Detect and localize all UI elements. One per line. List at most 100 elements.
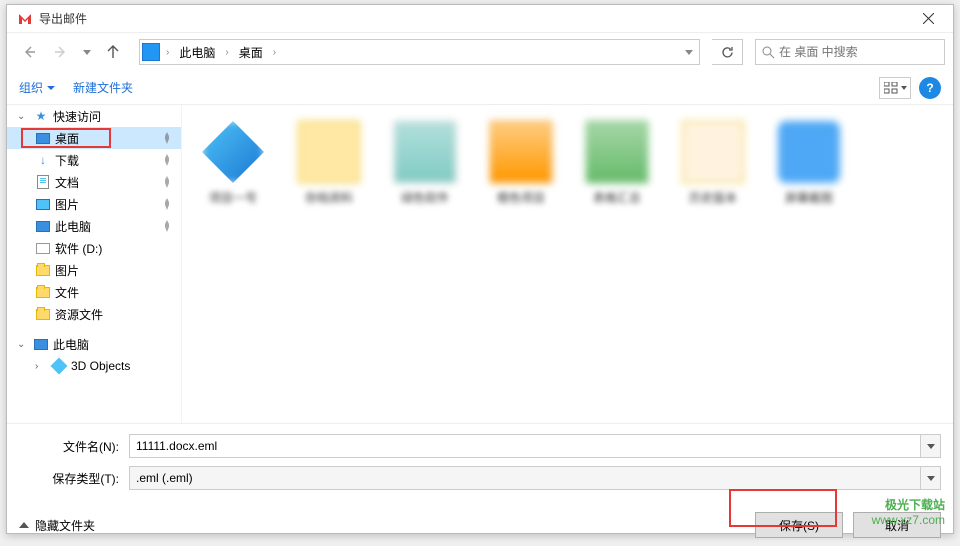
chevron-down-icon bbox=[83, 50, 91, 55]
file-item[interactable]: 表格汇总 bbox=[578, 117, 656, 223]
file-item[interactable]: 项目一号 bbox=[194, 117, 272, 223]
file-item[interactable]: 橙色项目 bbox=[482, 117, 560, 223]
close-icon bbox=[923, 13, 934, 24]
sidebar-item-pictures[interactable]: 图片 bbox=[7, 193, 181, 215]
path-segment-desktop[interactable]: 桌面 bbox=[231, 40, 271, 64]
folder-icon bbox=[394, 121, 456, 183]
file-item[interactable]: 绿色软件 bbox=[386, 117, 464, 223]
sidebar-item-label: 软件 (D:) bbox=[55, 240, 102, 257]
address-bar[interactable]: › 此电脑 › 桌面 › bbox=[139, 39, 700, 65]
refresh-icon bbox=[721, 46, 734, 59]
pc-icon bbox=[33, 336, 49, 352]
folder-icon bbox=[35, 306, 51, 322]
folder-icon bbox=[586, 121, 648, 183]
pin-icon bbox=[161, 220, 173, 232]
nav-bar: › 此电脑 › 桌面 › bbox=[7, 33, 953, 71]
arrow-up-icon bbox=[106, 45, 120, 59]
back-button[interactable] bbox=[15, 38, 43, 66]
chevron-down-icon bbox=[901, 86, 907, 90]
sidebar-item-folder[interactable]: 资源文件 bbox=[7, 303, 181, 325]
path-dropdown[interactable] bbox=[679, 50, 699, 55]
file-item[interactable]: 存档资料 bbox=[290, 117, 368, 223]
view-mode-button[interactable] bbox=[879, 77, 911, 99]
hide-folders-toggle[interactable]: 隐藏文件夹 bbox=[19, 517, 95, 534]
file-label: 屏幕截图 bbox=[785, 189, 833, 219]
search-icon bbox=[762, 46, 775, 59]
arrow-right-icon bbox=[54, 45, 68, 59]
sidebar-item-folder[interactable]: 图片 bbox=[7, 259, 181, 281]
refresh-button[interactable] bbox=[712, 38, 742, 66]
sidebar-item-label: 图片 bbox=[55, 262, 79, 279]
star-icon: ★ bbox=[33, 108, 49, 124]
hide-folders-label: 隐藏文件夹 bbox=[35, 517, 95, 534]
pc-icon bbox=[35, 218, 51, 234]
chevron-down-icon: ⌄ bbox=[17, 339, 29, 350]
filetype-dropdown[interactable] bbox=[921, 466, 941, 490]
save-button[interactable]: 保存(S) bbox=[755, 512, 843, 538]
pin-icon bbox=[161, 198, 173, 210]
app-icon bbox=[17, 11, 33, 27]
file-label: 橙色项目 bbox=[497, 189, 545, 219]
chevron-right-icon: › bbox=[223, 47, 230, 58]
chevron-right-icon: › bbox=[164, 47, 171, 58]
sidebar-item-desktop[interactable]: 桌面 bbox=[7, 127, 181, 149]
sidebar-item-label: 下载 bbox=[55, 152, 79, 169]
filetype-select[interactable]: .eml (.eml) bbox=[129, 466, 921, 490]
forward-button[interactable] bbox=[47, 38, 75, 66]
file-label: 项目一号 bbox=[209, 189, 257, 219]
filename-input[interactable] bbox=[129, 434, 921, 458]
form-area: 文件名(N): 保存类型(T): .eml (.eml) bbox=[7, 423, 953, 504]
file-item[interactable]: 历史版本 bbox=[674, 117, 752, 223]
chevron-down-icon bbox=[927, 444, 935, 449]
filetype-label: 保存类型(T): bbox=[19, 470, 129, 487]
pin-icon bbox=[161, 154, 173, 166]
sidebar-item-folder[interactable]: 文件 bbox=[7, 281, 181, 303]
history-dropdown[interactable] bbox=[79, 50, 95, 55]
sidebar-item-label: 桌面 bbox=[55, 130, 79, 147]
sidebar: ⌄ ★ 快速访问 桌面 ↓ 下载 文档 图片 bbox=[7, 105, 182, 423]
save-dialog: 导出邮件 › 此电脑 › 桌面 › bbox=[6, 4, 954, 534]
sidebar-item-label: 文档 bbox=[55, 174, 79, 191]
file-label: 存档资料 bbox=[305, 189, 353, 219]
file-thumb-icon bbox=[202, 121, 264, 183]
organize-menu[interactable]: 组织 bbox=[19, 79, 55, 96]
chevron-down-icon: ⌄ bbox=[17, 111, 29, 122]
chevron-down-icon bbox=[685, 50, 693, 55]
file-label: 表格汇总 bbox=[593, 189, 641, 219]
close-button[interactable] bbox=[907, 6, 949, 32]
folder-icon bbox=[35, 262, 51, 278]
sidebar-item-documents[interactable]: 文档 bbox=[7, 171, 181, 193]
sidebar-item-disk-d[interactable]: 软件 (D:) bbox=[7, 237, 181, 259]
cancel-button[interactable]: 取消 bbox=[853, 512, 941, 538]
sidebar-item-label: 3D Objects bbox=[71, 359, 130, 373]
file-list[interactable]: 项目一号 存档资料 绿色软件 橙色项目 表格汇总 历史版本 屏幕截图 bbox=[182, 105, 953, 423]
window-title: 导出邮件 bbox=[39, 10, 907, 27]
pin-icon bbox=[161, 132, 173, 144]
this-pc-label: 此电脑 bbox=[53, 336, 89, 353]
download-icon: ↓ bbox=[35, 152, 51, 168]
chevron-right-icon: › bbox=[271, 47, 278, 58]
cube-icon bbox=[51, 358, 67, 374]
up-button[interactable] bbox=[99, 38, 127, 66]
titlebar: 导出邮件 bbox=[7, 5, 953, 33]
file-thumb-icon bbox=[778, 121, 840, 183]
grid-icon bbox=[884, 82, 898, 94]
quick-access-node[interactable]: ⌄ ★ 快速访问 bbox=[7, 105, 181, 127]
path-segment-pc[interactable]: 此电脑 bbox=[171, 40, 223, 64]
new-folder-button[interactable]: 新建文件夹 bbox=[73, 79, 133, 96]
pc-icon bbox=[142, 43, 160, 61]
picture-icon bbox=[35, 196, 51, 212]
body-area: ⌄ ★ 快速访问 桌面 ↓ 下载 文档 图片 bbox=[7, 105, 953, 423]
sidebar-item-downloads[interactable]: ↓ 下载 bbox=[7, 149, 181, 171]
filename-dropdown[interactable] bbox=[921, 434, 941, 458]
sidebar-item-label: 文件 bbox=[55, 284, 79, 301]
search-input[interactable] bbox=[779, 45, 938, 59]
quick-access-label: 快速访问 bbox=[53, 108, 101, 125]
sidebar-item-this-pc[interactable]: 此电脑 bbox=[7, 215, 181, 237]
folder-icon bbox=[490, 121, 552, 183]
file-item[interactable]: 屏幕截图 bbox=[770, 117, 848, 223]
help-button[interactable]: ? bbox=[919, 77, 941, 99]
this-pc-node[interactable]: ⌄ 此电脑 bbox=[7, 333, 181, 355]
sidebar-item-3d-objects[interactable]: › 3D Objects bbox=[7, 355, 181, 377]
search-box[interactable] bbox=[755, 39, 945, 65]
